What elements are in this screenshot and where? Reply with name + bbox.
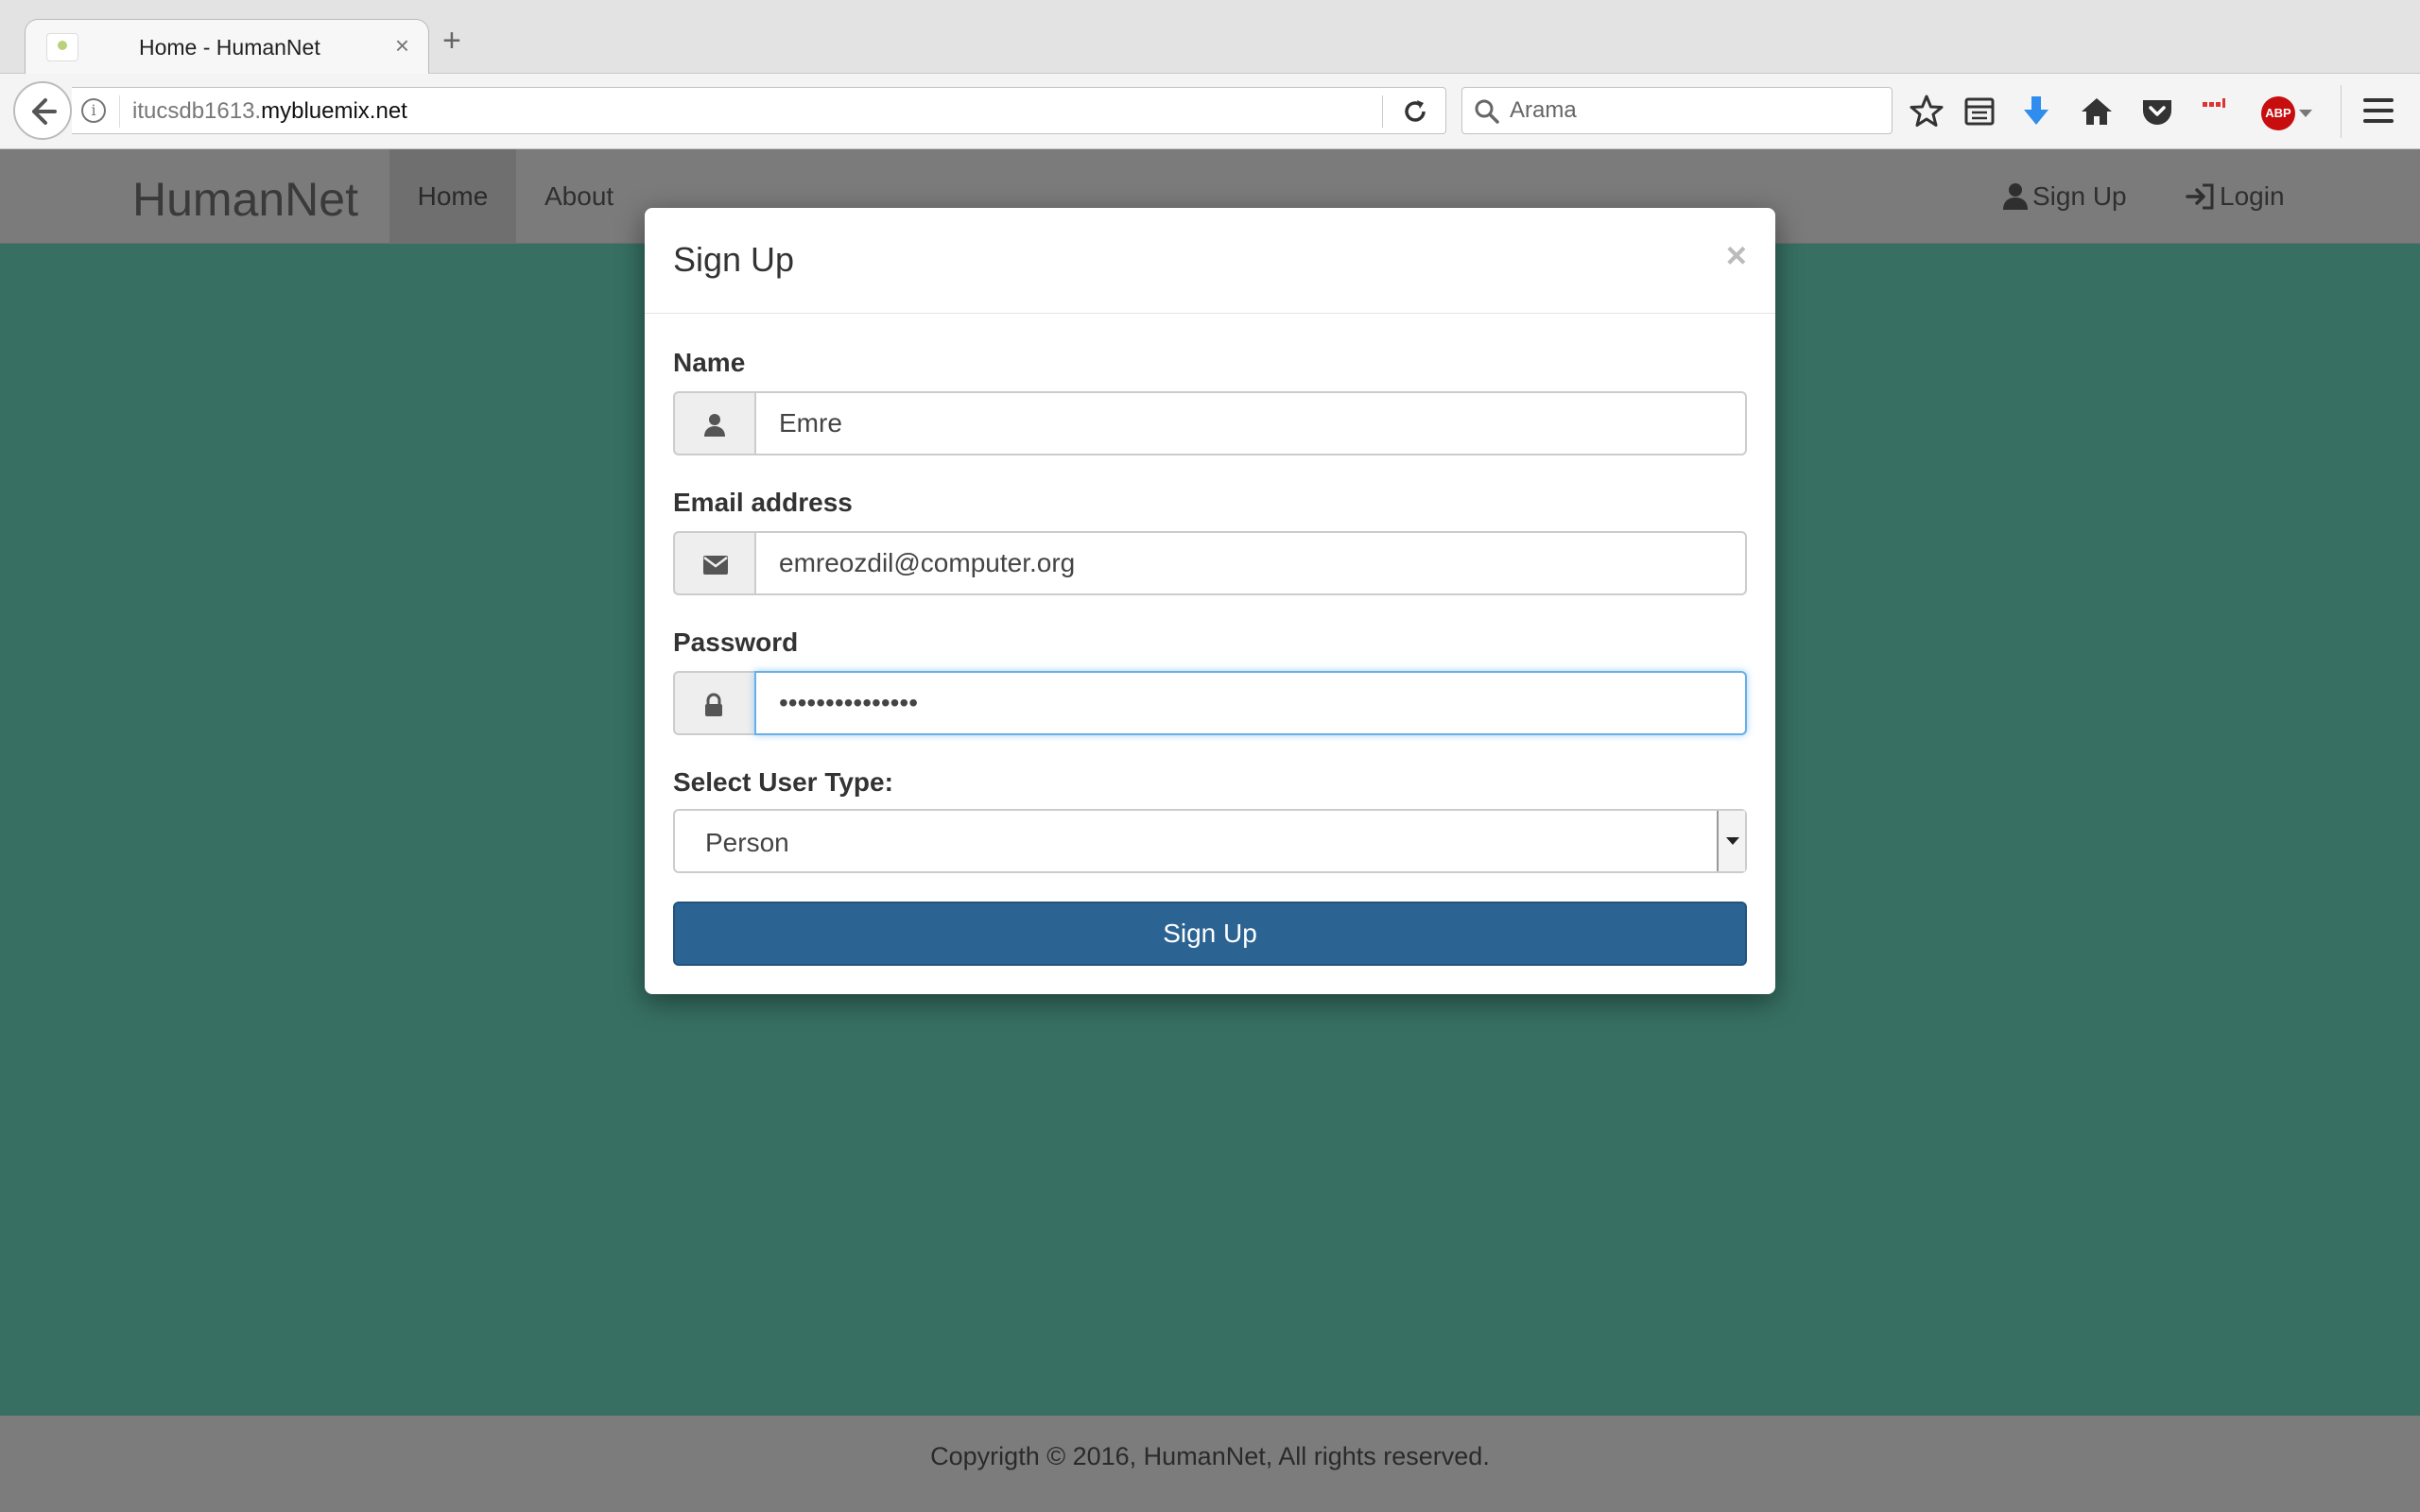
user-type-label: Select User Type:: [673, 767, 893, 797]
footer: Copyrigth © 2016, HumanNet, All rights r…: [0, 1416, 2420, 1512]
bookmarks-list-icon[interactable]: [1961, 93, 1998, 130]
name-input-group: [673, 391, 1747, 455]
search-icon: [1475, 99, 1499, 124]
email-input[interactable]: [754, 531, 1747, 595]
signup-submit-button[interactable]: Sign Up: [673, 902, 1747, 966]
user-type-value: Person: [705, 828, 789, 857]
url-divider: [1382, 95, 1383, 128]
nav-login-label: Login: [2220, 181, 2285, 211]
home-icon[interactable]: [2078, 93, 2116, 130]
password-label: Password: [673, 627, 799, 657]
search-input[interactable]: [1510, 88, 1878, 133]
url-bar[interactable]: i itucsdb1613.mybluemix.net: [72, 87, 1446, 134]
adblock-icon[interactable]: ABP: [2261, 96, 2295, 130]
tab-close-icon[interactable]: ×: [395, 31, 409, 60]
password-addon: [673, 671, 754, 735]
back-button[interactable]: [13, 81, 72, 140]
toolbar-separator: [2341, 85, 2342, 138]
info-icon[interactable]: i: [81, 98, 106, 123]
modal-header: Sign Up ×: [645, 208, 1775, 314]
user-icon: [704, 414, 725, 437]
name-label: Name: [673, 348, 746, 377]
user-icon: [2003, 183, 2028, 210]
nav-signup-label: Sign Up: [2032, 181, 2127, 211]
bookmark-star-icon[interactable]: [1908, 93, 1945, 130]
email-input-group: [673, 531, 1747, 595]
new-tab-button[interactable]: +: [442, 25, 461, 57]
brand-logo[interactable]: HumanNet: [132, 172, 358, 227]
url-separator: [119, 95, 120, 128]
envelope-icon: [703, 556, 728, 575]
chevron-down-icon[interactable]: [1717, 811, 1745, 871]
email-addon: [673, 531, 754, 595]
email-label: Email address: [673, 488, 853, 517]
user-type-select[interactable]: Person: [673, 809, 1747, 873]
extension-icon[interactable]: [2199, 93, 2237, 130]
browser-tabstrip: Home - HumanNet × +: [0, 0, 2420, 74]
reload-icon[interactable]: [1401, 97, 1429, 126]
password-input[interactable]: [754, 671, 1747, 735]
nav-about[interactable]: About: [544, 149, 614, 244]
browser-toolbar: i itucsdb1613.mybluemix.net Arama ABP: [0, 74, 2420, 149]
nav-home[interactable]: Home: [389, 149, 516, 244]
login-icon: [2186, 183, 2214, 210]
name-addon: [673, 391, 754, 455]
nav-signup[interactable]: Sign Up: [2002, 149, 2127, 244]
back-arrow-icon: [32, 98, 57, 125]
browser-tab[interactable]: Home - HumanNet ×: [25, 19, 429, 74]
menu-icon[interactable]: [2363, 98, 2394, 125]
name-input[interactable]: [754, 391, 1747, 455]
lock-icon: [705, 693, 722, 716]
modal-title: Sign Up: [673, 240, 795, 279]
pocket-icon[interactable]: [2138, 93, 2176, 130]
signup-modal: Sign Up × Name Email address Password: [645, 208, 1775, 994]
favicon-icon: [46, 33, 78, 61]
modal-close-icon[interactable]: ×: [1726, 238, 1747, 274]
footer-copyright: Copyrigth © 2016, HumanNet, All rights r…: [930, 1442, 1490, 1470]
tab-title: Home - HumanNet: [139, 35, 320, 60]
password-input-group: [673, 671, 1747, 735]
nav-login[interactable]: Login: [2186, 149, 2285, 244]
adblock-dropdown-icon[interactable]: [2299, 110, 2312, 117]
url-text[interactable]: itucsdb1613.mybluemix.net: [132, 98, 407, 125]
download-icon[interactable]: [2017, 93, 2055, 130]
search-bar[interactable]: [1461, 87, 1893, 134]
